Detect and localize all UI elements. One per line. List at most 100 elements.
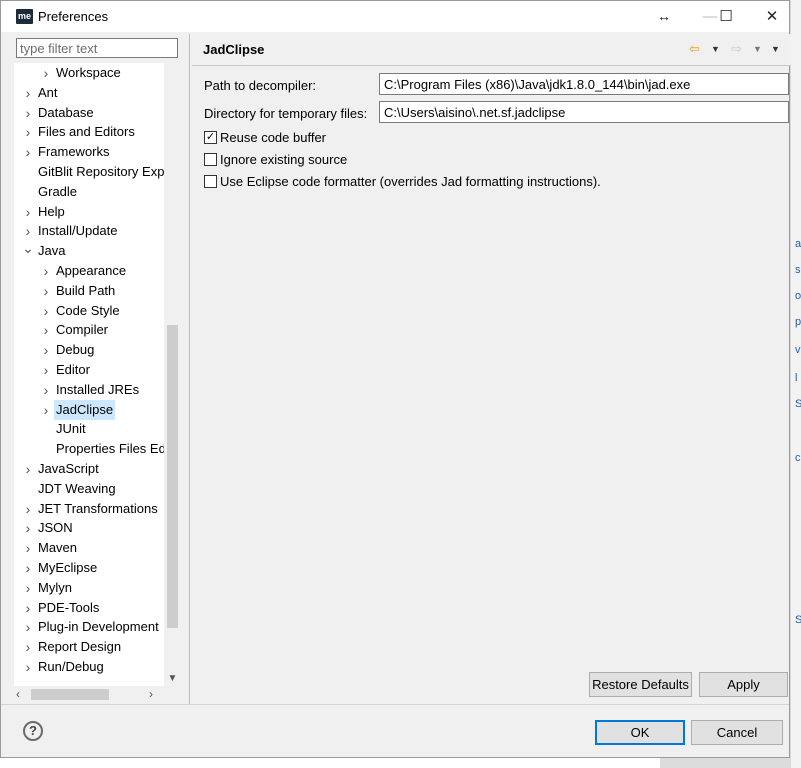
tree-item-label: Plug-in Development xyxy=(38,619,159,635)
chevron-right-icon[interactable]: › xyxy=(22,558,34,578)
checkbox-box[interactable] xyxy=(204,175,217,188)
scroll-right-icon[interactable]: › xyxy=(149,686,153,703)
restore-defaults-button[interactable]: Restore Defaults xyxy=(589,672,692,697)
chevron-right-icon[interactable]: › xyxy=(22,83,34,103)
help-icon[interactable]: ? xyxy=(23,721,43,741)
chevron-right-icon[interactable]: › xyxy=(40,360,52,380)
resize-arrows-icon[interactable]: ↔ xyxy=(641,1,687,32)
chevron-right-icon[interactable]: › xyxy=(40,400,52,420)
tree-item[interactable]: › Install/Update xyxy=(14,221,164,241)
back-arrow-icon[interactable]: ⇦ xyxy=(689,42,700,56)
tree-item[interactable]: › Files and Editors xyxy=(14,122,164,142)
chevron-right-icon[interactable]: › xyxy=(22,122,34,142)
title-bar: me Preferences ↔ — ☐ ✕ xyxy=(1,1,789,32)
tree-item[interactable]: › JavaScript xyxy=(14,459,164,479)
tree-item[interactable]: › Ant xyxy=(14,83,164,103)
chevron-right-icon[interactable]: › xyxy=(40,320,52,340)
tree-item[interactable]: › Report Design xyxy=(14,637,164,657)
chevron-right-icon[interactable]: › xyxy=(40,340,52,360)
filter-input[interactable] xyxy=(16,38,178,58)
tree-item[interactable]: › Frameworks xyxy=(14,142,164,162)
scrollbar-thumb[interactable] xyxy=(167,325,178,628)
tree-item[interactable]: › Help xyxy=(14,202,164,222)
tree-item[interactable]: › JadClipse xyxy=(14,399,164,420)
forward-dropdown-icon[interactable]: ▼ xyxy=(753,42,762,56)
tree-item[interactable]: JUnit xyxy=(14,419,164,439)
checkbox-box[interactable]: ✓ xyxy=(204,131,217,144)
tree-item[interactable]: › Appearance xyxy=(14,261,164,281)
tree-item-label: Ant xyxy=(38,84,58,100)
chevron-right-icon[interactable]: › xyxy=(22,657,34,677)
chevron-right-icon[interactable]: › xyxy=(22,202,34,222)
chevron-right-icon[interactable]: › xyxy=(22,637,34,657)
tree-item[interactable]: GitBlit Repository Exp xyxy=(14,162,164,182)
scrollbar-thumb[interactable] xyxy=(31,689,109,700)
path-to-decompiler-input[interactable] xyxy=(379,73,789,95)
cancel-button[interactable]: Cancel xyxy=(691,720,783,745)
tree-item-label: Java xyxy=(38,243,66,259)
chevron-right-icon[interactable]: › xyxy=(22,617,34,637)
tree-item-label: Installed JREs xyxy=(56,381,140,397)
chevron-right-icon[interactable]: › xyxy=(40,63,52,83)
tree-item[interactable]: › Compiler xyxy=(14,320,164,340)
tree-item[interactable]: Gradle xyxy=(14,182,164,202)
scroll-down-icon[interactable]: ▼ xyxy=(164,673,181,684)
back-dropdown-icon[interactable]: ▼ xyxy=(711,42,720,56)
tree-item[interactable]: › Workspace xyxy=(14,63,164,83)
tree-item[interactable]: › Code Style xyxy=(14,301,164,321)
checkbox-box[interactable] xyxy=(204,153,217,166)
tree-item[interactable]: › Installed JREs xyxy=(14,380,164,400)
chevron-right-icon[interactable]: › xyxy=(22,578,34,598)
temp-directory-input[interactable] xyxy=(379,101,789,123)
tree-item[interactable]: › Database xyxy=(14,103,164,123)
tree-item[interactable]: › PDE-Tools xyxy=(14,598,164,618)
chevron-right-icon[interactable]: › xyxy=(22,103,34,123)
chevron-down-icon[interactable]: ⌄ xyxy=(22,241,34,261)
bg-fragment: s xyxy=(795,264,801,276)
tree-item[interactable]: › Plug-in Development xyxy=(14,617,164,637)
tree-item-label: GitBlit Repository Exp xyxy=(38,164,164,179)
tree-horizontal-scrollbar[interactable]: ‹ › xyxy=(14,686,164,703)
tree-item-label: JET Transformations xyxy=(38,500,158,516)
tree-item[interactable]: › JET Transformations xyxy=(14,499,164,519)
chevron-right-icon[interactable]: › xyxy=(40,281,52,301)
forward-arrow-icon[interactable]: ⇨ xyxy=(731,42,742,56)
tree-item[interactable]: Properties Files Ed xyxy=(14,439,164,459)
chevron-right-icon[interactable]: › xyxy=(40,380,52,400)
chevron-right-icon[interactable]: › xyxy=(22,598,34,618)
tree-item[interactable]: › Mylyn xyxy=(14,578,164,598)
page-title: JadClipse xyxy=(203,42,265,57)
chevron-right-icon[interactable]: › xyxy=(22,538,34,558)
tree-vertical-scrollbar[interactable]: ▼ xyxy=(164,63,181,686)
chevron-right-icon[interactable]: › xyxy=(40,261,52,281)
chevron-right-icon[interactable]: › xyxy=(22,499,34,519)
tree-item[interactable]: › Build Path xyxy=(14,281,164,301)
view-menu-icon[interactable]: ▼ xyxy=(771,42,780,56)
tree-item[interactable]: › Editor xyxy=(14,360,164,380)
tree-item[interactable]: › MyEclipse xyxy=(14,558,164,578)
chevron-right-icon[interactable]: › xyxy=(22,221,34,241)
chevron-right-icon[interactable]: › xyxy=(22,142,34,162)
tree-item[interactable]: › JSON xyxy=(14,518,164,538)
ok-button[interactable]: OK xyxy=(595,720,685,745)
bg-fragment: p xyxy=(795,316,801,328)
scroll-left-icon[interactable]: ‹ xyxy=(16,686,20,703)
tree-item[interactable]: › Maven xyxy=(14,538,164,558)
tree-item[interactable]: JDT Weaving xyxy=(14,479,164,499)
close-button[interactable]: ✕ xyxy=(749,1,795,32)
chevron-right-icon[interactable]: › xyxy=(22,518,34,538)
bg-fragment: S xyxy=(795,398,801,410)
preferences-dialog: me Preferences ↔ — ☐ ✕ ›Workspace›Ant›Da… xyxy=(0,0,791,758)
pane-sash[interactable] xyxy=(189,34,190,704)
maximize-button[interactable]: ☐ xyxy=(703,1,749,32)
tree-item[interactable]: ⌄ Java xyxy=(14,241,164,261)
tree-item-label: Database xyxy=(38,104,94,120)
apply-button[interactable]: Apply xyxy=(699,672,788,697)
tree-item[interactable]: › Debug xyxy=(14,340,164,360)
tree-item[interactable]: › Run/Debug xyxy=(14,657,164,677)
chevron-right-icon[interactable]: › xyxy=(40,301,52,321)
tree-item-label: JUnit xyxy=(56,421,86,437)
tree-item-label: Gradle xyxy=(38,183,78,199)
chevron-right-icon[interactable]: › xyxy=(22,459,34,479)
